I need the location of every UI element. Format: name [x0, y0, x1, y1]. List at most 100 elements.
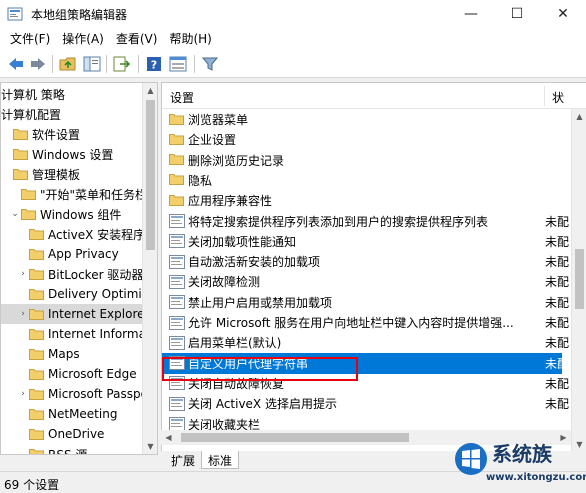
category-row[interactable]: 企业设置	[162, 129, 562, 150]
column-setting[interactable]: 设置	[170, 89, 194, 106]
setting-row[interactable]: 将特定搜索提供程序列表添加到用户的搜索提供程序列表 未配	[162, 211, 569, 232]
tree-item-label: 计算机配置	[1, 107, 62, 122]
folder-icon	[29, 408, 44, 420]
policy-setting-icon	[169, 396, 185, 411]
tree-item[interactable]: ⌄ Windows 组件	[1, 204, 143, 224]
policy-setting-icon	[169, 295, 185, 310]
minimize-button[interactable]: —	[448, 0, 494, 28]
column-state[interactable]: 状	[552, 89, 564, 106]
folder-icon	[29, 248, 44, 260]
expand-arrow-icon[interactable]: ›	[17, 309, 29, 319]
setting-row[interactable]: 禁止用户启用或禁用加载项 未配	[162, 292, 569, 313]
menu-action[interactable]: 操作(A)	[56, 28, 110, 50]
tree-item-label: Windows 组件	[40, 207, 122, 222]
category-row[interactable]: 浏览器菜单	[162, 109, 562, 130]
tree-vertical-scrollbar[interactable]: ▲ ▼	[142, 83, 157, 454]
row-state: 未配	[545, 376, 570, 391]
column-divider[interactable]	[544, 86, 545, 106]
row-state: 未配	[545, 275, 570, 290]
tree-item[interactable]: 计算机配置	[1, 104, 143, 124]
scroll-left-icon[interactable]: ◀	[161, 430, 176, 445]
title-bar: 本地组策略编辑器 — ☐ ✕	[0, 0, 586, 28]
setting-row[interactable]: 关闭 ActiveX 选择启用提示 未配	[162, 393, 569, 414]
row-state: 未配	[545, 255, 570, 270]
tree-item[interactable]: Microsoft Edge	[1, 364, 143, 384]
setting-row[interactable]: 启用菜单栏(默认) 未配	[162, 332, 569, 353]
folder-icon	[29, 228, 44, 240]
tree-item[interactable]: 软件设置	[1, 124, 143, 144]
tree-item[interactable]: ActiveX 安装程序	[1, 224, 143, 244]
category-row[interactable]: 应用程序兼容性	[162, 190, 562, 211]
back-icon[interactable]	[6, 54, 26, 74]
show-hide-tree-icon[interactable]	[82, 54, 102, 74]
row-label: 禁止用户启用或禁用加载项	[188, 295, 333, 310]
scroll-up-icon[interactable]: ▲	[572, 109, 586, 124]
up-folder-icon[interactable]	[58, 54, 78, 74]
tree-item-label: Windows 设置	[32, 147, 114, 162]
tab-extended[interactable]: 扩展	[165, 451, 201, 469]
tab-standard[interactable]: 标准	[201, 451, 240, 469]
menu-help[interactable]: 帮助(H)	[163, 28, 217, 50]
tree-item-label: 管理模板	[32, 167, 81, 182]
properties-icon[interactable]	[168, 54, 188, 74]
tree-item-label: Delivery Optimization	[48, 287, 143, 301]
menu-view[interactable]: 查看(V)	[110, 28, 164, 50]
tree-item-label: Maps	[48, 347, 80, 361]
tree-item[interactable]: 计算机 策略	[1, 84, 143, 104]
expand-arrow-icon[interactable]: ›	[17, 389, 29, 399]
scroll-up-icon[interactable]: ▲	[143, 83, 157, 98]
scroll-thumb[interactable]	[181, 433, 409, 442]
tree-pane[interactable]: 计算机 策略 计算机配置 软件设置 Windows 设置 管理模板 "开始"菜单和任务栏 ⌄…	[0, 82, 158, 455]
setting-row[interactable]: 关闭故障检测 未配	[162, 271, 569, 292]
close-button[interactable]: ✕	[540, 0, 586, 28]
menu-file[interactable]: 文件(F)	[4, 28, 56, 50]
maximize-button[interactable]: ☐	[494, 0, 540, 28]
row-label: 关闭加载项性能通知	[188, 234, 297, 249]
tree-item[interactable]: › Internet Explorer	[1, 304, 143, 324]
tree-item[interactable]: Delivery Optimization	[1, 284, 143, 304]
scroll-thumb[interactable]	[575, 249, 584, 309]
folder-icon	[169, 153, 185, 167]
setting-row[interactable]: 关闭加载项性能通知 未配	[162, 231, 569, 252]
category-row[interactable]: 隐私	[162, 170, 562, 191]
folder-icon	[29, 368, 44, 380]
forward-icon[interactable]	[28, 54, 48, 74]
tree-item[interactable]: OneDrive	[1, 424, 143, 444]
toolbar: ?	[0, 50, 586, 78]
tree-item[interactable]: › BitLocker 驱动器	[1, 264, 143, 284]
expand-arrow-icon[interactable]: ›	[17, 269, 29, 279]
scroll-thumb[interactable]	[146, 100, 155, 250]
tree-item[interactable]: App Privacy	[1, 244, 143, 264]
export-list-icon[interactable]	[112, 54, 132, 74]
category-row[interactable]: 删除浏览历史记录	[162, 150, 562, 171]
folder-icon	[169, 113, 185, 127]
list-vertical-scrollbar[interactable]: ▲ ▼	[571, 109, 586, 451]
tree-item[interactable]: Windows 设置	[1, 144, 143, 164]
watermark-url: www.xitongzu.com	[486, 472, 586, 483]
scroll-down-icon[interactable]: ▼	[143, 439, 157, 454]
help-icon[interactable]: ?	[144, 54, 164, 74]
tree-item[interactable]: 管理模板	[1, 164, 143, 184]
setting-row[interactable]: 自动激活新安装的加载项 未配	[162, 251, 569, 272]
row-label: 允许 Microsoft 服务在用户向地址栏中键入内容时提供增强...	[188, 316, 514, 330]
filter-icon[interactable]	[200, 54, 220, 74]
row-state: 未配	[545, 295, 570, 310]
tree-item[interactable]: NetMeeting	[1, 404, 143, 424]
tree-item-label: Microsoft Edge	[48, 367, 137, 381]
row-label: 删除浏览历史记录	[188, 153, 285, 168]
setting-row[interactable]: 允许 Microsoft 服务在用户向地址栏中键入内容时提供增强... 未配	[162, 312, 569, 333]
folder-icon	[29, 388, 44, 400]
tree-item[interactable]: RSS 源	[1, 444, 143, 454]
row-state: 未配	[545, 234, 570, 249]
folder-icon	[21, 208, 36, 220]
tree-item-label: 计算机 策略	[1, 87, 65, 102]
tree-item[interactable]: Internet Information	[1, 324, 143, 344]
tree-item[interactable]: › Microsoft Passport	[1, 384, 143, 404]
folder-icon	[29, 428, 44, 440]
tree-item[interactable]: Maps	[1, 344, 143, 364]
tree-item[interactable]: "开始"菜单和任务栏	[1, 184, 143, 204]
expand-arrow-icon[interactable]: ⌄	[9, 209, 21, 219]
folder-icon	[29, 348, 44, 360]
settings-count: 69 个设置	[4, 478, 60, 492]
settings-pane: 设置 状 浏览器菜单 企业设置删除浏览历史记录隐私 应用程序兼容性 将特定搜索提供程序…	[161, 82, 586, 451]
